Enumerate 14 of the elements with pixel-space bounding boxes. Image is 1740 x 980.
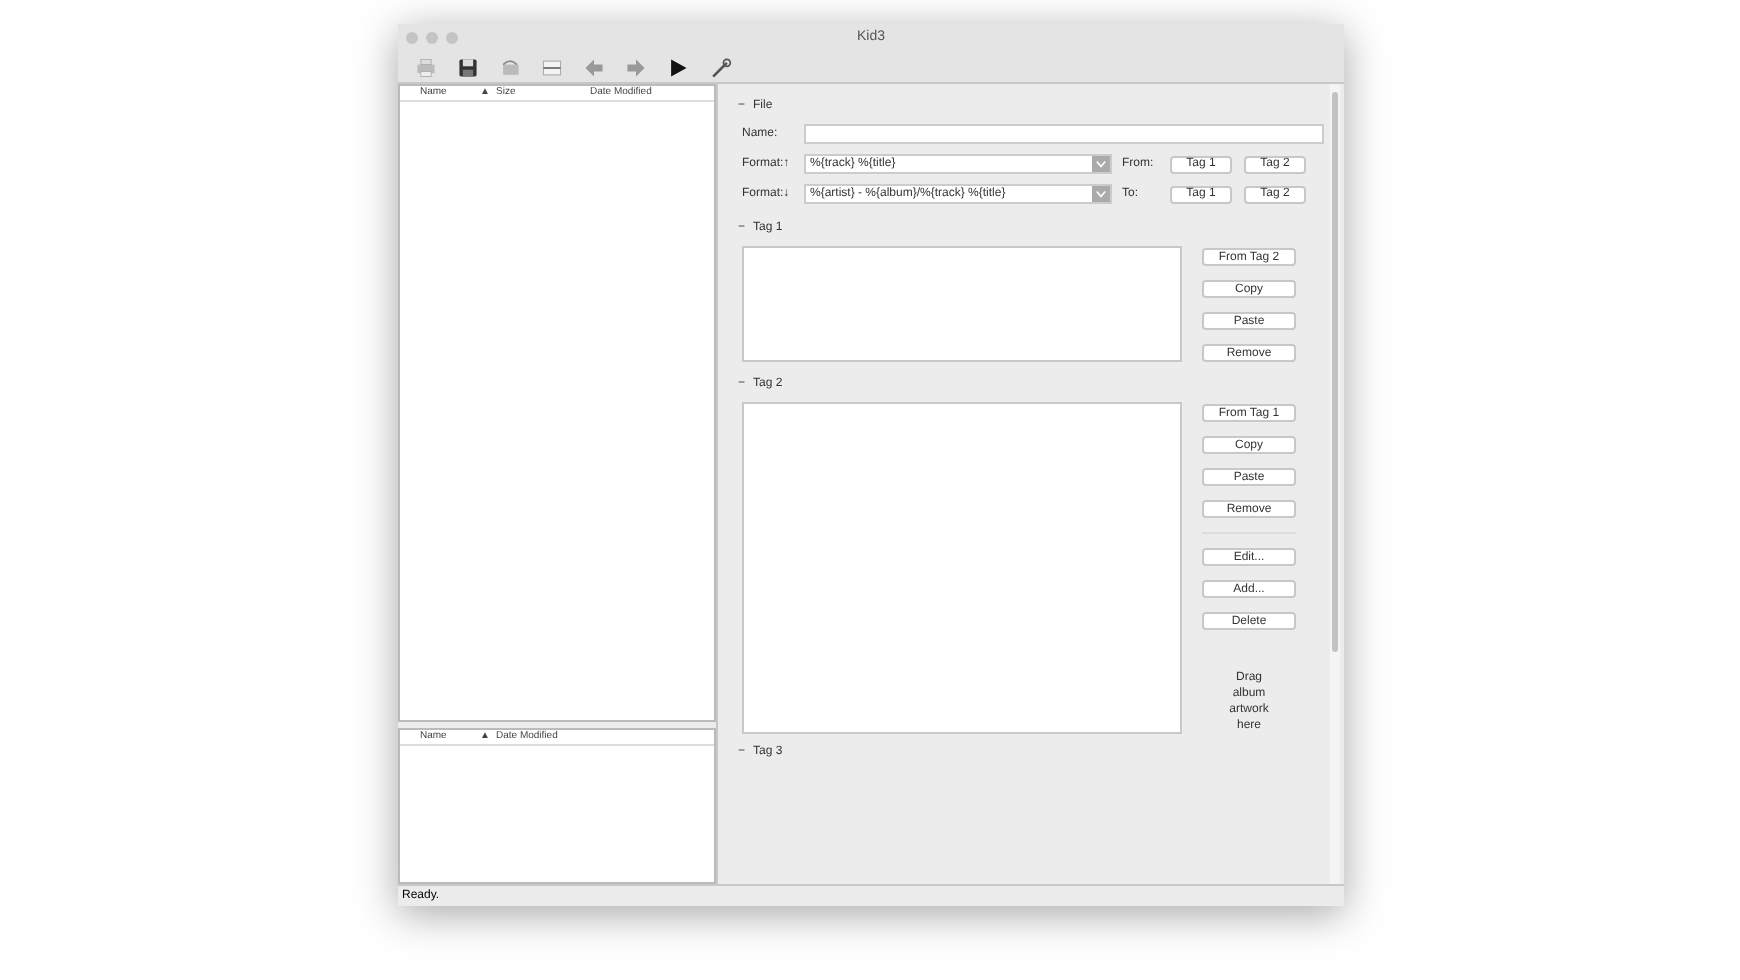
name-field[interactable] <box>804 124 1324 144</box>
revert-icon[interactable] <box>498 55 522 79</box>
scrollbar-thumb[interactable] <box>1332 92 1338 652</box>
wrench-icon[interactable] <box>708 55 732 79</box>
close-window-icon[interactable] <box>406 32 418 44</box>
printer-icon[interactable] <box>414 55 438 79</box>
zoom-window-icon[interactable] <box>446 32 458 44</box>
minimize-window-icon[interactable] <box>426 32 438 44</box>
right-arrow-icon[interactable] <box>624 55 648 79</box>
dropdown-arrow-icon[interactable] <box>1092 156 1110 172</box>
remove-icon[interactable] <box>540 55 564 79</box>
dropdown-arrow-icon[interactable] <box>1092 186 1110 202</box>
scrollbar-track[interactable] <box>1330 84 1340 884</box>
left-arrow-icon[interactable] <box>582 55 606 79</box>
